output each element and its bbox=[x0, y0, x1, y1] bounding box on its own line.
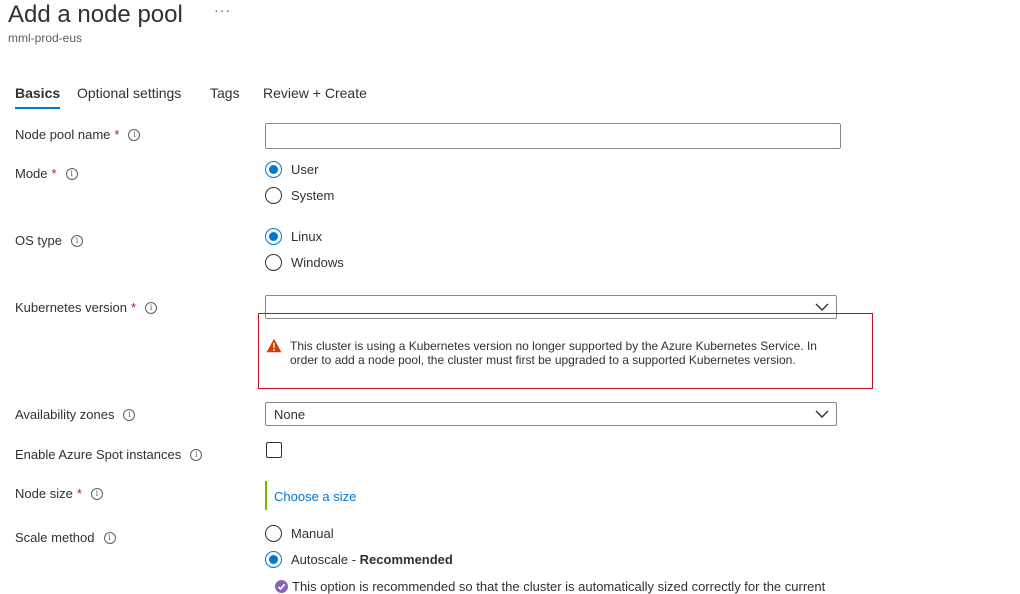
info-icon[interactable]: i bbox=[65, 167, 78, 180]
chevron-down-icon bbox=[815, 410, 829, 418]
radio-circle[interactable] bbox=[265, 525, 282, 542]
spot-instances-label-text: Enable Azure Spot instances bbox=[15, 447, 182, 462]
scale-option-manual-label: Manual bbox=[291, 526, 334, 541]
node-pool-name-label-text: Node pool name bbox=[15, 127, 111, 142]
scale-method-label-text: Scale method bbox=[15, 530, 95, 545]
availability-zones-label-text: Availability zones bbox=[15, 407, 115, 422]
kubernetes-version-label: Kubernetes version * i bbox=[15, 300, 158, 315]
spot-instances-checkbox[interactable] bbox=[266, 442, 282, 458]
scale-method-label: Scale method i bbox=[15, 530, 116, 545]
ellipsis-icon[interactable]: ··· bbox=[214, 2, 231, 18]
kubernetes-version-warning-text: This cluster is using a Kubernetes versi… bbox=[290, 339, 817, 367]
info-icon[interactable]: i bbox=[90, 487, 103, 500]
required-indicator: * bbox=[114, 127, 120, 142]
tab-tags[interactable]: Tags bbox=[210, 85, 240, 109]
node-size-label-text: Node size bbox=[15, 486, 73, 501]
page-subtitle: mml-prod-eus bbox=[8, 31, 83, 45]
node-pool-name-label: Node pool name * i bbox=[15, 127, 141, 142]
radio-circle-selected[interactable] bbox=[265, 161, 282, 178]
warning-icon bbox=[266, 338, 282, 353]
node-size-label: Node size * i bbox=[15, 486, 103, 501]
info-icon[interactable]: i bbox=[128, 128, 141, 141]
availability-zones-dropdown[interactable]: None bbox=[265, 402, 837, 426]
radio-circle[interactable] bbox=[265, 254, 282, 271]
radio-circle[interactable] bbox=[265, 187, 282, 204]
info-icon[interactable]: i bbox=[123, 408, 136, 421]
mode-label: Mode * i bbox=[15, 166, 78, 181]
os-radio-linux[interactable]: Linux bbox=[265, 228, 322, 245]
mode-radio-user[interactable]: User bbox=[265, 161, 318, 178]
availability-zones-label: Availability zones i bbox=[15, 407, 136, 422]
tab-basics[interactable]: Basics bbox=[15, 85, 61, 109]
kubernetes-version-label-text: Kubernetes version bbox=[15, 300, 128, 315]
scale-option-autoscale-label: Autoscale - Recommended bbox=[291, 552, 453, 567]
recommended-separator: - bbox=[348, 552, 360, 567]
info-icon[interactable]: i bbox=[190, 448, 203, 461]
scale-radio-manual[interactable]: Manual bbox=[265, 525, 334, 542]
os-type-label-text: OS type bbox=[15, 233, 62, 248]
page-title: Add a node pool bbox=[8, 1, 183, 28]
info-icon[interactable]: i bbox=[70, 234, 83, 247]
node-pool-name-input[interactable] bbox=[265, 123, 841, 149]
recommended-tag: Recommended bbox=[359, 552, 453, 567]
recommend-badge-icon bbox=[275, 580, 288, 593]
spot-instances-label: Enable Azure Spot instances i bbox=[15, 447, 203, 462]
required-indicator: * bbox=[51, 166, 57, 181]
scale-radio-autoscale[interactable]: Autoscale - Recommended bbox=[265, 551, 453, 568]
info-icon[interactable]: i bbox=[103, 531, 116, 544]
radio-circle-selected[interactable] bbox=[265, 228, 282, 245]
os-type-label: OS type i bbox=[15, 233, 83, 248]
mode-option-system-label: System bbox=[291, 188, 335, 203]
radio-circle-selected[interactable] bbox=[265, 551, 282, 568]
tab-review-create[interactable]: Review + Create bbox=[263, 85, 367, 109]
autoscale-recommendation-note: This option is recommended so that the c… bbox=[292, 579, 826, 594]
availability-zones-value: None bbox=[274, 406, 306, 422]
required-indicator: * bbox=[131, 300, 137, 315]
mode-radio-system[interactable]: System bbox=[265, 187, 334, 204]
node-size-accent-bar bbox=[265, 481, 267, 510]
mode-label-text: Mode bbox=[15, 166, 48, 181]
info-icon[interactable]: i bbox=[145, 301, 158, 314]
choose-size-link[interactable]: Choose a size bbox=[274, 489, 356, 504]
required-indicator: * bbox=[76, 486, 82, 501]
os-radio-windows[interactable]: Windows bbox=[265, 254, 344, 271]
autoscale-text: Autoscale bbox=[291, 552, 349, 567]
os-option-windows-label: Windows bbox=[291, 255, 344, 270]
mode-option-user-label: User bbox=[291, 162, 319, 177]
tab-optional-settings[interactable]: Optional settings bbox=[77, 85, 181, 109]
os-option-linux-label: Linux bbox=[291, 229, 323, 244]
